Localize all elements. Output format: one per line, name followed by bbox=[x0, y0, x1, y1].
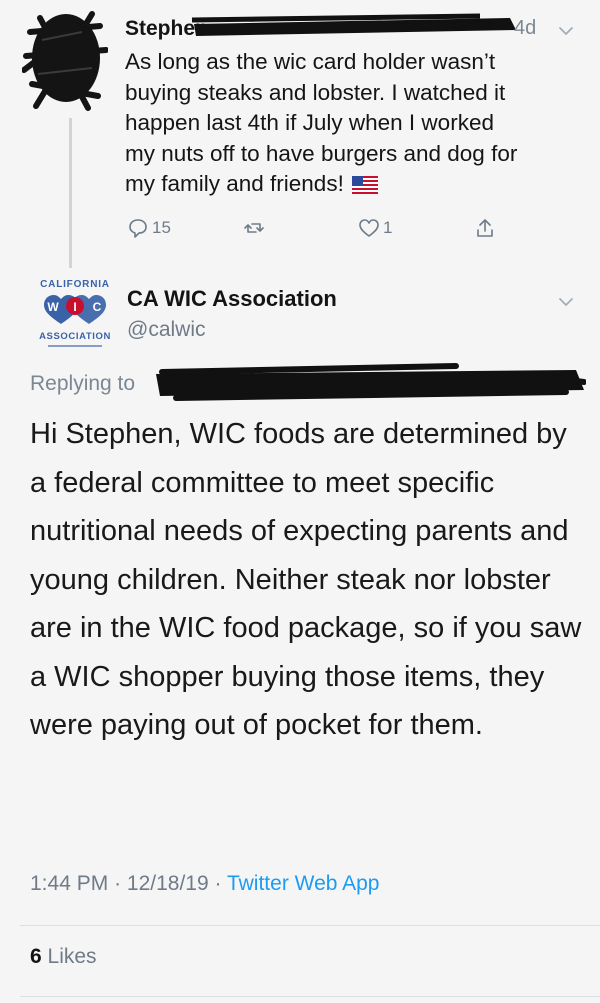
tweet-thread-screen: Stephen 4d As long as the wic card holde… bbox=[0, 0, 600, 1003]
main-tweet-text: Hi Stephen, WIC foods are determined by … bbox=[30, 418, 582, 741]
heart-icon bbox=[359, 219, 379, 237]
tweet-time[interactable]: 1:44 PM bbox=[30, 872, 108, 895]
us-flag-icon bbox=[351, 176, 378, 194]
reply-icon bbox=[129, 219, 147, 238]
tweet-metadata: 1:44 PM · 12/18/19 · Twitter Web App bbox=[30, 872, 380, 896]
redaction-scribble bbox=[191, 13, 516, 36]
retweet-action[interactable] bbox=[243, 215, 268, 241]
reply-action[interactable]: 15 bbox=[127, 215, 171, 241]
chevron-down-icon[interactable] bbox=[558, 294, 574, 310]
share-action[interactable] bbox=[474, 215, 496, 241]
divider bbox=[20, 925, 600, 926]
meta-separator: · bbox=[114, 872, 122, 895]
logo-letter-w: W bbox=[47, 300, 59, 314]
parent-tweet[interactable]: Stephen 4d As long as the wic card holde… bbox=[0, 0, 600, 268]
logo-top-text: CALIFORNIA bbox=[40, 279, 110, 290]
parent-timestamp[interactable]: 4d bbox=[514, 17, 536, 40]
replying-to-label: Replying to bbox=[30, 372, 136, 395]
logo-bottom-text: ASSOCIATION bbox=[39, 331, 111, 342]
likes-summary[interactable]: 6 Likes bbox=[30, 945, 97, 969]
ca-wic-logo-avatar[interactable]: CALIFORNIA W I C ASSOCIATION bbox=[30, 275, 120, 357]
share-icon bbox=[477, 219, 493, 237]
parent-avatar-redacted[interactable] bbox=[22, 4, 108, 124]
parent-tweet-body: As long as the wic card holder wasn’t bu… bbox=[125, 49, 518, 196]
account-handle[interactable]: @calwic bbox=[127, 318, 206, 342]
thread-connector-line bbox=[69, 118, 72, 268]
replying-to-redaction bbox=[156, 363, 586, 401]
logo-letter-c: C bbox=[93, 300, 102, 314]
tweet-date[interactable]: 12/18/19 bbox=[127, 872, 209, 895]
logo-letter-i: I bbox=[73, 300, 76, 314]
chevron-down-icon[interactable] bbox=[558, 23, 574, 39]
like-count: 1 bbox=[383, 218, 393, 237]
like-action[interactable]: 1 bbox=[358, 215, 392, 241]
meta-separator: · bbox=[214, 872, 222, 895]
divider bbox=[20, 996, 600, 997]
retweet-icon bbox=[244, 223, 264, 233]
parent-tweet-text: As long as the wic card holder wasn’t bu… bbox=[125, 47, 575, 200]
tweet-source-link[interactable]: Twitter Web App bbox=[227, 872, 380, 895]
reply-count: 15 bbox=[152, 218, 171, 237]
likes-label: Likes bbox=[47, 945, 97, 968]
likes-count: 6 bbox=[30, 945, 42, 968]
account-name[interactable]: CA WIC Association bbox=[127, 286, 337, 312]
